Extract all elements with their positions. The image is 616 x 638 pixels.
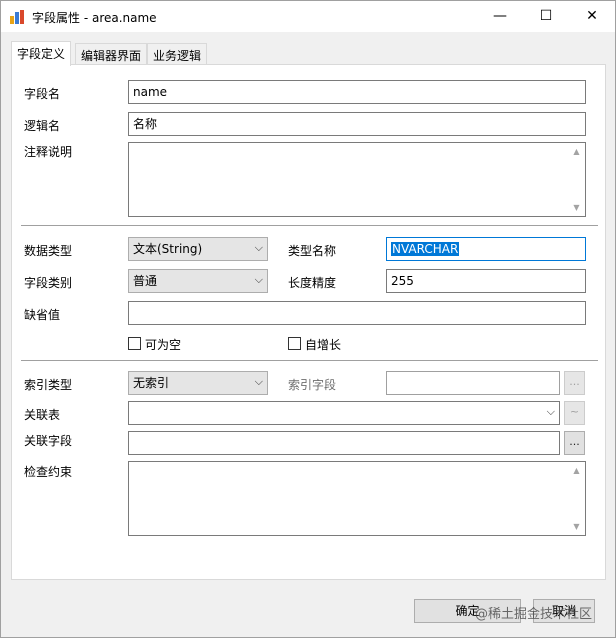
type-name-label: 类型名称 bbox=[288, 244, 337, 258]
app-icon bbox=[10, 10, 26, 24]
divider bbox=[21, 360, 598, 361]
field-name-label: 字段名 bbox=[24, 87, 61, 101]
rel-field-browse-button[interactable]: ... bbox=[564, 431, 585, 455]
tab-panel: 字段名 name 逻辑名 名称 注释说明 ▲ ▼ 数据类型 文本(String)… bbox=[11, 64, 606, 580]
field-category-select[interactable]: 普通 ⌵ bbox=[128, 269, 268, 293]
autoinc-checkbox[interactable] bbox=[288, 337, 301, 350]
index-field-label: 索引字段 bbox=[288, 378, 337, 392]
default-value-label: 缺省值 bbox=[24, 308, 61, 322]
type-name-input[interactable]: NVARCHAR bbox=[386, 237, 586, 261]
field-category-value: 普通 bbox=[133, 274, 158, 288]
index-field-input[interactable] bbox=[386, 371, 560, 395]
check-scrollbar[interactable]: ▲ ▼ bbox=[568, 462, 585, 535]
index-type-select[interactable]: 无索引 ⌵ bbox=[128, 371, 268, 395]
comment-scrollbar[interactable]: ▲ ▼ bbox=[568, 143, 585, 216]
scroll-down-icon[interactable]: ▼ bbox=[568, 518, 585, 535]
default-value-input[interactable] bbox=[128, 301, 586, 325]
index-field-browse-button[interactable]: ... bbox=[564, 371, 585, 395]
tab-editor-ui[interactable]: 编辑器界面 bbox=[75, 43, 148, 65]
length-label: 长度精度 bbox=[288, 276, 337, 290]
nullable-label: 可为空 bbox=[145, 338, 182, 352]
chevron-down-icon: ⌵ bbox=[254, 241, 263, 254]
minimize-button[interactable]: — bbox=[477, 1, 523, 32]
divider bbox=[21, 225, 598, 226]
logic-name-input[interactable]: 名称 bbox=[128, 112, 586, 136]
close-button[interactable]: ✕ bbox=[569, 1, 615, 32]
nullable-checkbox[interactable] bbox=[128, 337, 141, 350]
rel-field-label: 关联字段 bbox=[24, 434, 73, 448]
maximize-button[interactable]: ☐ bbox=[523, 1, 569, 32]
window-title: 字段属性 - area.name bbox=[32, 11, 157, 25]
chevron-down-icon: ⌵ bbox=[546, 405, 555, 418]
chevron-down-icon: ⌵ bbox=[254, 375, 263, 388]
length-input[interactable]: 255 bbox=[386, 269, 586, 293]
scroll-up-icon[interactable]: ▲ bbox=[568, 143, 585, 160]
chevron-down-icon: ⌵ bbox=[254, 273, 263, 286]
title-bar[interactable]: 字段属性 - area.name — ☐ ✕ bbox=[1, 1, 615, 32]
data-type-select[interactable]: 文本(String) ⌵ bbox=[128, 237, 268, 261]
field-name-input[interactable]: name bbox=[128, 80, 586, 104]
check-constraint-label: 检查约束 bbox=[24, 465, 73, 479]
autoinc-label: 自增长 bbox=[305, 338, 342, 352]
type-name-value: NVARCHAR bbox=[391, 242, 460, 256]
index-type-label: 索引类型 bbox=[24, 378, 73, 392]
rel-table-button[interactable]: ~ bbox=[564, 401, 585, 425]
rel-field-input[interactable] bbox=[128, 431, 560, 455]
watermark: @稀土掘金技术社区 bbox=[475, 607, 593, 622]
rel-table-select[interactable]: ⌵ bbox=[128, 401, 560, 425]
tab-business-logic[interactable]: 业务逻辑 bbox=[147, 43, 208, 65]
data-type-value: 文本(String) bbox=[133, 242, 203, 256]
field-category-label: 字段类别 bbox=[24, 276, 73, 290]
dialog-window: 字段属性 - area.name — ☐ ✕ 字段定义 编辑器界面 业务逻辑 字… bbox=[0, 0, 616, 638]
index-type-value: 无索引 bbox=[133, 376, 170, 390]
rel-table-label: 关联表 bbox=[24, 408, 61, 422]
data-type-label: 数据类型 bbox=[24, 244, 73, 258]
comment-label: 注释说明 bbox=[24, 145, 73, 159]
check-constraint-textarea[interactable]: ▲ ▼ bbox=[128, 461, 586, 536]
comment-textarea[interactable]: ▲ ▼ bbox=[128, 142, 586, 217]
scroll-up-icon[interactable]: ▲ bbox=[568, 462, 585, 479]
scroll-down-icon[interactable]: ▼ bbox=[568, 199, 585, 216]
tab-field-definition[interactable]: 字段定义 bbox=[11, 41, 72, 66]
logic-name-label: 逻辑名 bbox=[24, 119, 61, 133]
